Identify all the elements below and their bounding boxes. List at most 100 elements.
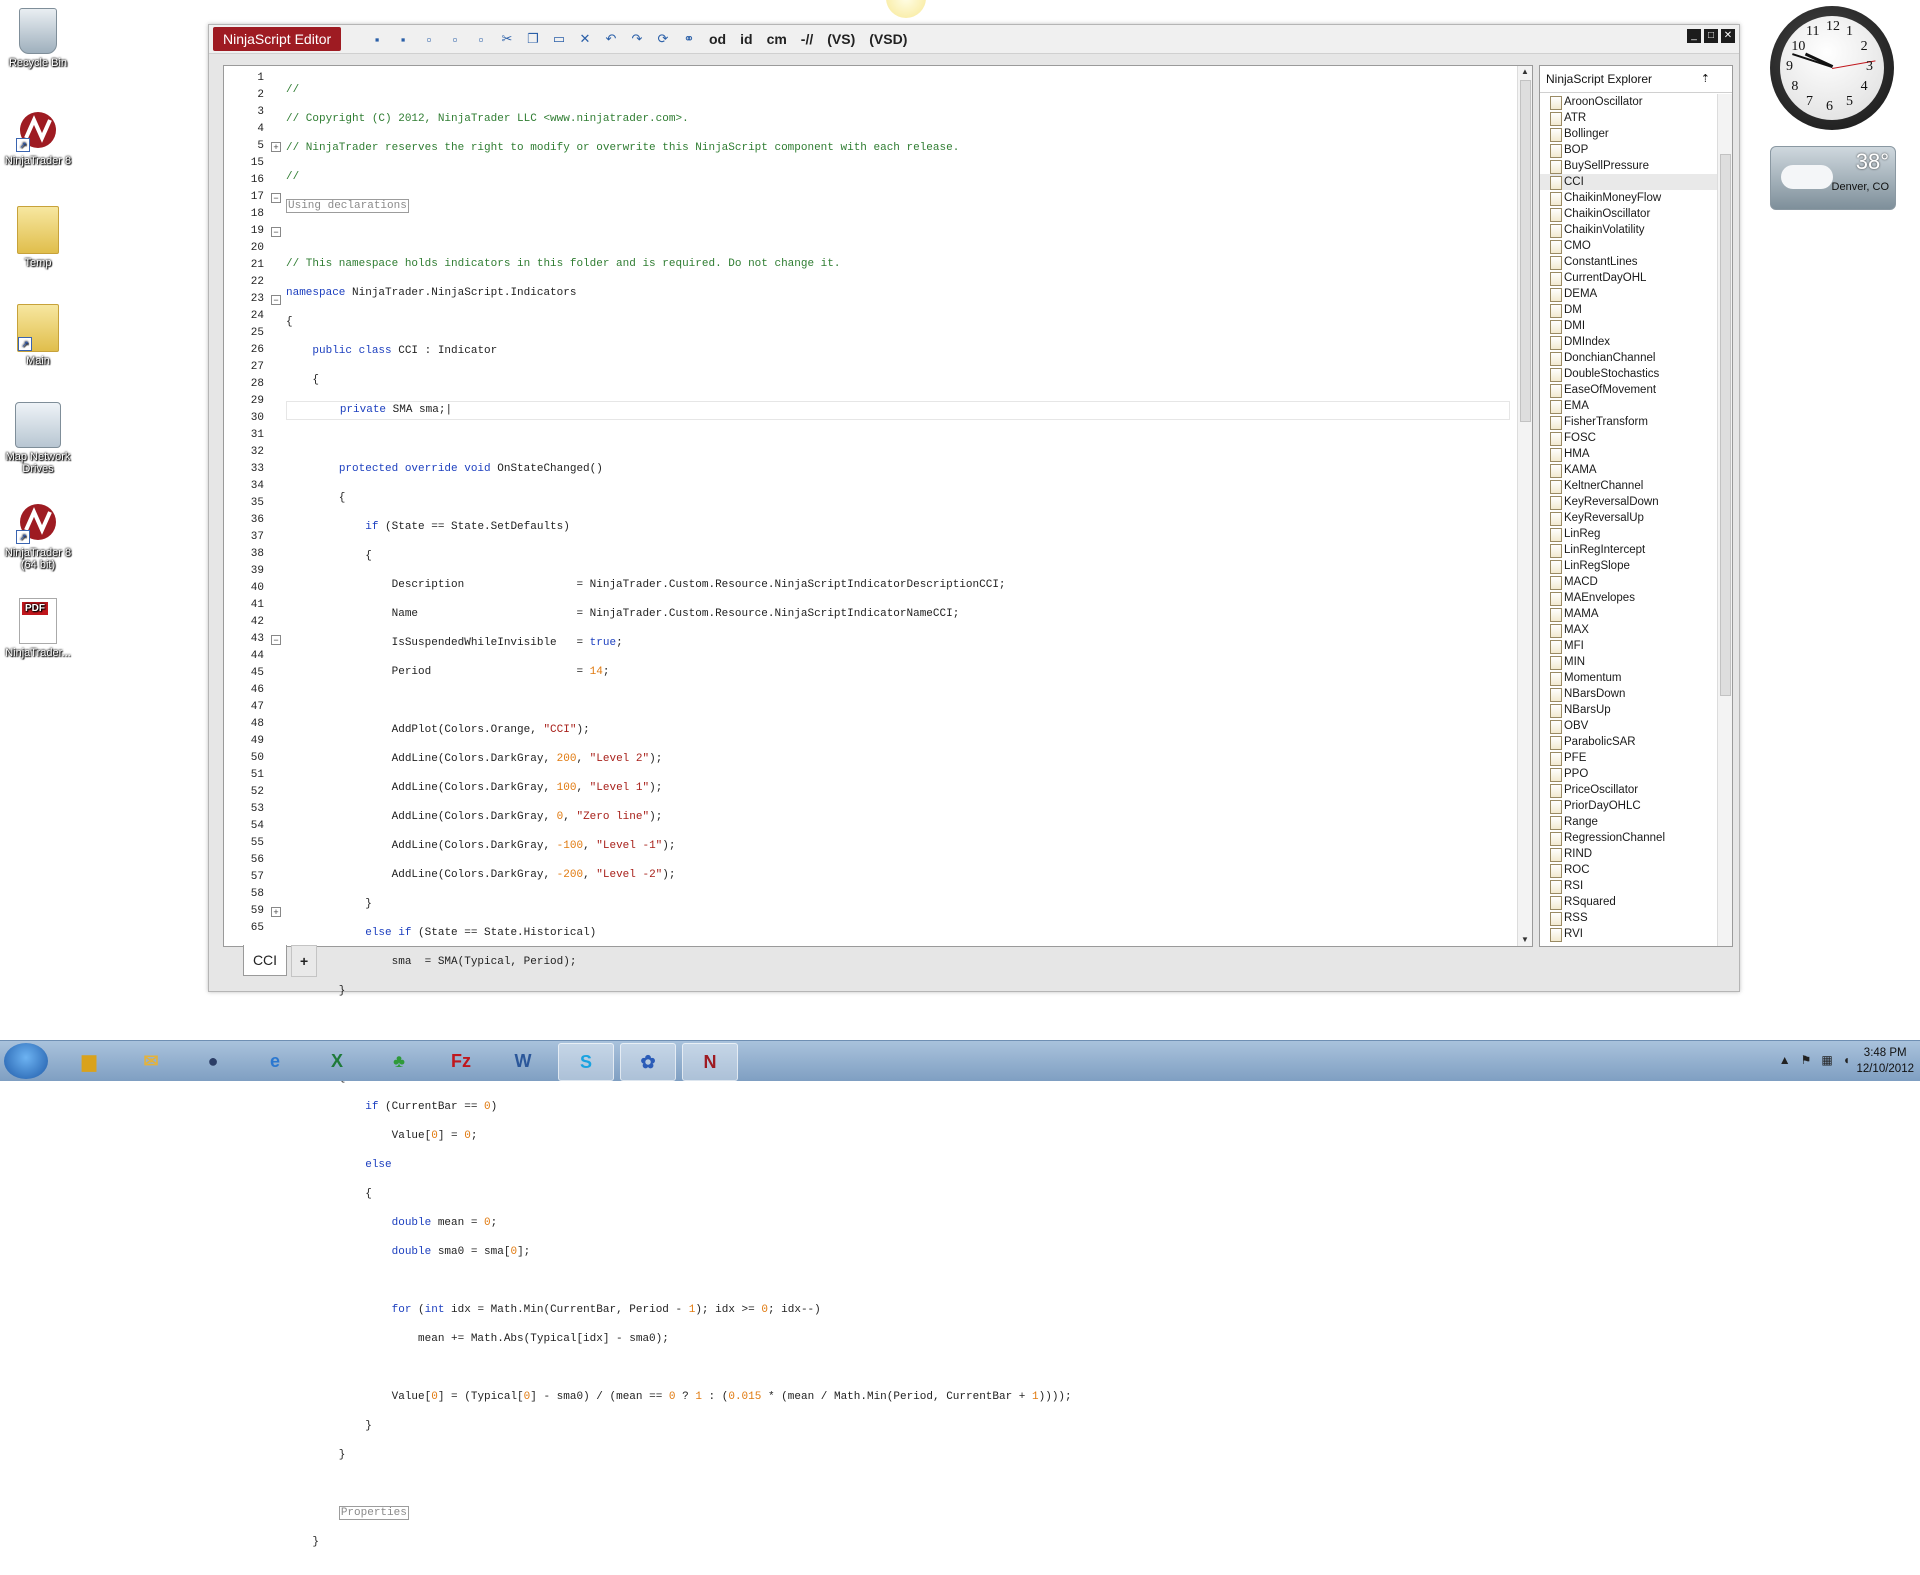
explorer-item[interactable]: ChaikinMoneyFlow [1540,190,1718,206]
minimize-button[interactable]: _ [1687,29,1701,43]
explorer-item[interactable]: CMO [1540,238,1718,254]
delete-icon[interactable]: ✕ [575,29,595,49]
collapse-fold-icon[interactable]: − [271,295,281,305]
visual-studio-button[interactable]: (VS) [823,29,859,49]
explorer-item[interactable]: LinRegSlope [1540,558,1718,574]
explorer-item[interactable]: CCI [1540,174,1718,190]
desktop-icon-temp[interactable]: Temp [0,206,76,269]
explorer-item[interactable]: Bollinger [1540,126,1718,142]
scrollbar-thumb[interactable] [1520,80,1531,422]
code-scrollbar[interactable]: ▲ ▼ [1517,66,1532,946]
explorer-item[interactable]: RSquared [1540,894,1718,910]
explorer-item[interactable]: PriorDayOHLC [1540,798,1718,814]
comment-button[interactable]: cm [763,29,791,49]
explorer-item[interactable]: MAX [1540,622,1718,638]
explorer-item[interactable]: FOSC [1540,430,1718,446]
copy-icon[interactable]: ❐ [523,29,543,49]
pin-icon[interactable]: ⇡ [1701,66,1710,92]
find-icon[interactable]: ▫ [471,29,491,49]
explorer-item[interactable]: LinReg [1540,526,1718,542]
explorer-item[interactable]: ChaikinVolatility [1540,222,1718,238]
explorer-item[interactable]: RSI [1540,878,1718,894]
explorer-item[interactable]: FisherTransform [1540,414,1718,430]
explorer-scrollbar[interactable] [1717,94,1732,946]
save-icon[interactable]: ▪ [367,29,387,49]
ninjatrader-taskbar-icon[interactable]: N [682,1043,738,1081]
explorer-item[interactable]: DoubleStochastics [1540,366,1718,382]
explorer-item[interactable]: MAEnvelopes [1540,590,1718,606]
add-tab-button[interactable]: + [291,945,318,977]
desktop-icon-recycle-bin[interactable]: Recycle Bin [0,8,76,69]
word-taskbar-icon[interactable]: W [496,1043,550,1079]
explorer-item[interactable]: RVI [1540,926,1718,942]
explorer-item[interactable]: DMI [1540,318,1718,334]
collapse-fold-icon[interactable]: − [271,193,281,203]
explorer-item[interactable]: KeyReversalUp [1540,510,1718,526]
explorer-item[interactable]: MFI [1540,638,1718,654]
explorer-item[interactable]: RIND [1540,846,1718,862]
security-taskbar-icon[interactable]: ● [186,1043,240,1079]
app-taskbar-icon[interactable]: ✿ [620,1043,676,1081]
explorer-item[interactable]: MAMA [1540,606,1718,622]
volume-icon[interactable]: ◖ [1843,1053,1850,1067]
explorer-item[interactable]: EMA [1540,398,1718,414]
indent-button[interactable]: id [736,29,756,49]
internet-explorer-taskbar-icon[interactable]: e [248,1043,302,1079]
skype-taskbar-icon[interactable]: S [558,1043,614,1081]
show-hidden-icons-icon[interactable]: ▲ [1779,1053,1791,1067]
explorer-item[interactable]: LinRegIntercept [1540,542,1718,558]
visual-studio-debug-button[interactable]: (VSD) [865,29,911,49]
explorer-item[interactable]: Momentum [1540,670,1718,686]
code-text[interactable]: // // Copyright (C) 2012, NinjaTrader LL… [286,70,1510,1575]
desktop-icon-ninjatrader8-64bit[interactable]: ↗ NinjaTrader 8 (64 bit) [0,500,76,571]
explorer-item[interactable]: KeltnerChannel [1540,478,1718,494]
explorer-item[interactable]: DEMA [1540,286,1718,302]
explorer-item[interactable]: PPO [1540,766,1718,782]
explorer-item[interactable]: HMA [1540,446,1718,462]
code-editor[interactable]: 1 2 3 4 5 15 16 17 18 19 20 21 22 23 24 25 26 27 28 29 30 31 3… [223,65,1533,1548]
explorer-item[interactable]: DonchianChannel [1540,350,1718,366]
undo-icon[interactable]: ↶ [601,29,621,49]
explorer-item[interactable]: ATR [1540,110,1718,126]
refresh-icon[interactable]: ⟳ [653,29,673,49]
explorer-item[interactable]: DM [1540,302,1718,318]
collapse-fold-icon[interactable]: − [271,227,281,237]
explorer-item[interactable]: NBarsDown [1540,686,1718,702]
scrollbar-thumb[interactable] [1720,154,1731,696]
explorer-item[interactable]: PFE [1540,750,1718,766]
explorer-item[interactable]: ConstantLines [1540,254,1718,270]
outlook-taskbar-icon[interactable]: ✉ [124,1043,178,1079]
start-button[interactable] [4,1043,48,1079]
explorer-item[interactable]: KAMA [1540,462,1718,478]
expand-fold-icon[interactable]: + [271,907,281,917]
scroll-down-icon[interactable]: ▼ [1518,934,1532,946]
save-all-icon[interactable]: ▪ [393,29,413,49]
explorer-item[interactable]: ParabolicSAR [1540,734,1718,750]
filezilla-taskbar-icon[interactable]: Fz [434,1043,488,1079]
explorer-taskbar-icon[interactable]: ▆ [62,1043,116,1079]
desktop-icon-pdf[interactable]: PDF NinjaTrader... [0,598,76,659]
explorer-item[interactable]: ROC [1540,862,1718,878]
explorer-item[interactable]: Range [1540,814,1718,830]
explorer-item[interactable]: NBarsUp [1540,702,1718,718]
scroll-up-icon[interactable]: ▲ [1518,66,1532,78]
explorer-item[interactable]: BuySellPressure [1540,158,1718,174]
explorer-item[interactable]: ChaikinOscillator [1540,206,1718,222]
explorer-item[interactable]: OBV [1540,718,1718,734]
explorer-item[interactable]: DMIndex [1540,334,1718,350]
explorer-item[interactable]: MIN [1540,654,1718,670]
paste-icon[interactable]: ▭ [549,29,569,49]
explorer-item[interactable]: AroonOscillator [1540,94,1718,110]
cut-icon[interactable]: ✂ [497,29,517,49]
desktop-icon-map-network-drives[interactable]: Map Network Drives [0,402,76,475]
print-icon[interactable]: ▫ [419,29,439,49]
explorer-item[interactable]: RSS [1540,910,1718,926]
expand-fold-icon[interactable]: + [271,142,281,152]
desktop-icon-ninjatrader8[interactable]: ↗ NinjaTrader 8 [0,108,76,167]
outdent-button[interactable]: od [705,29,730,49]
flag-icon[interactable]: ⚑ [1801,1053,1812,1067]
explorer-item[interactable]: RegressionChannel [1540,830,1718,846]
collapse-fold-icon[interactable]: − [271,635,281,645]
tab-cci[interactable]: CCI [243,945,287,976]
uncomment-button[interactable]: -// [797,29,817,49]
